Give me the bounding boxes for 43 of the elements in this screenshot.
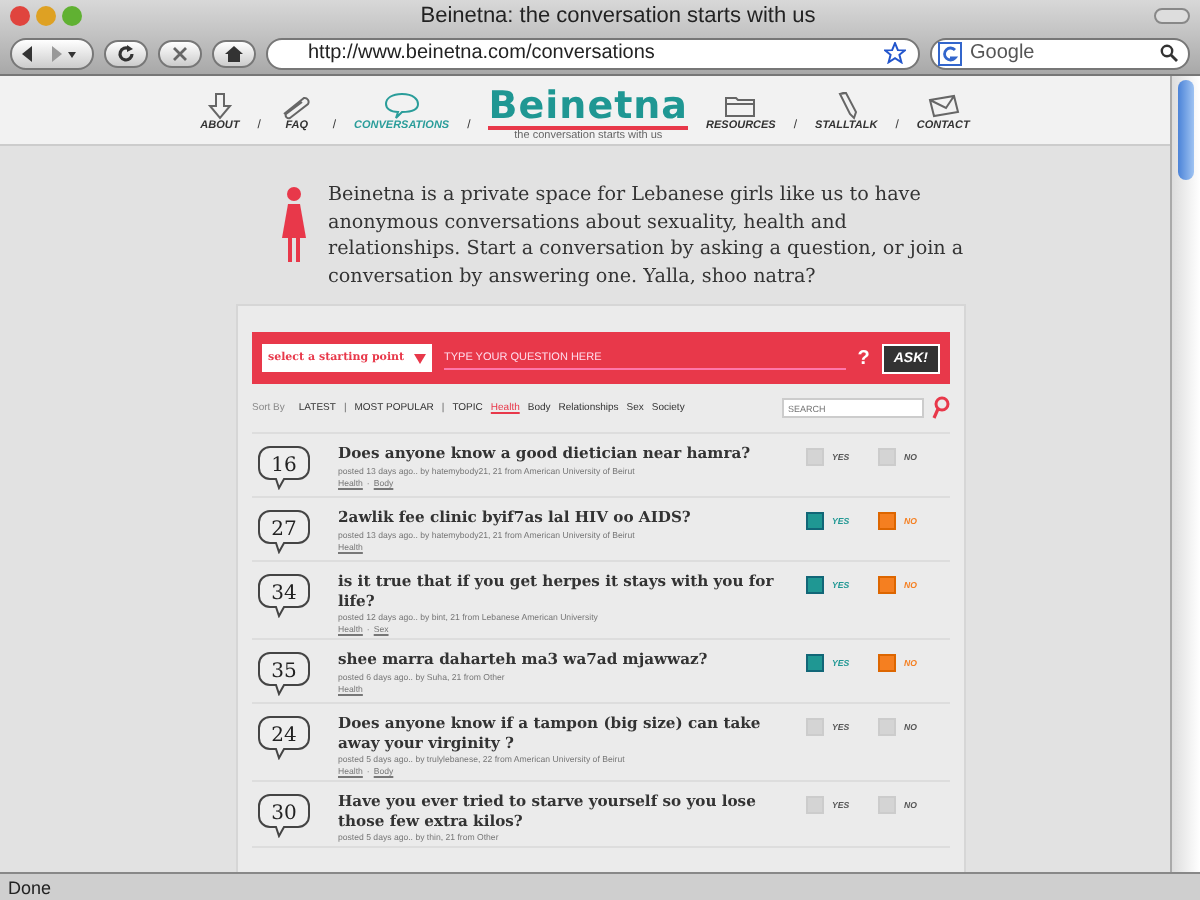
answer-count-bubble: 30 (258, 794, 310, 838)
scrollbar[interactable] (1170, 76, 1200, 872)
answer-count-bubble: 34 (258, 574, 310, 618)
no-checkbox[interactable] (878, 448, 896, 466)
yes-checkbox[interactable] (806, 576, 824, 594)
help-mark[interactable]: ? (857, 347, 870, 369)
stop-button[interactable] (158, 39, 202, 67)
search-icon[interactable] (932, 396, 950, 420)
search-engine-icon[interactable] (938, 41, 962, 65)
envelope-icon (925, 92, 962, 120)
toolbar-toggle-button[interactable] (1154, 8, 1190, 24)
no-checkbox[interactable] (878, 718, 896, 736)
yes-checkbox[interactable] (806, 654, 824, 672)
back-forward-button[interactable] (10, 37, 94, 69)
intro-text: Beinetna is a private space for Lebanese girls like us to have anonymous conversations about sexuality, health and relationships. Start a conversation by asking a question, or join a conversation by answering one. Yalla, shoo natra? (328, 182, 966, 290)
answer-count-bubble: 35 (258, 652, 310, 696)
close-button[interactable] (10, 6, 30, 26)
home-button[interactable] (212, 39, 256, 67)
no-checkbox[interactable] (878, 654, 896, 672)
no-checkbox[interactable] (878, 576, 896, 594)
window-title: Beinetna: the conversation starts with us (418, 4, 818, 28)
folder-icon (722, 92, 759, 120)
home-icon (224, 43, 244, 63)
bookmark-star-icon[interactable] (884, 42, 906, 64)
status-text: Done (8, 877, 52, 897)
zoom-button[interactable] (62, 6, 82, 26)
girl-figure-icon (280, 186, 308, 266)
search-field[interactable]: Google (930, 37, 1190, 69)
no-checkbox[interactable] (878, 512, 896, 530)
search-icon (1160, 44, 1178, 62)
minimize-button[interactable] (36, 6, 56, 26)
dropdown-caret-icon (414, 353, 426, 363)
address-field[interactable]: http://www.beinetna.com/conversations (266, 37, 920, 69)
speech-bubble-icon (383, 92, 420, 120)
answer-count-bubble: 24 (258, 716, 310, 760)
answer-count-bubble: 27 (258, 510, 310, 554)
yes-checkbox[interactable] (806, 512, 824, 530)
answer-count-bubble: 16 (258, 446, 310, 490)
no-checkbox[interactable] (878, 796, 896, 814)
paperclip-icon (278, 92, 315, 120)
reload-icon (116, 43, 136, 63)
reload-button[interactable] (104, 39, 148, 67)
close-icon (170, 43, 190, 63)
